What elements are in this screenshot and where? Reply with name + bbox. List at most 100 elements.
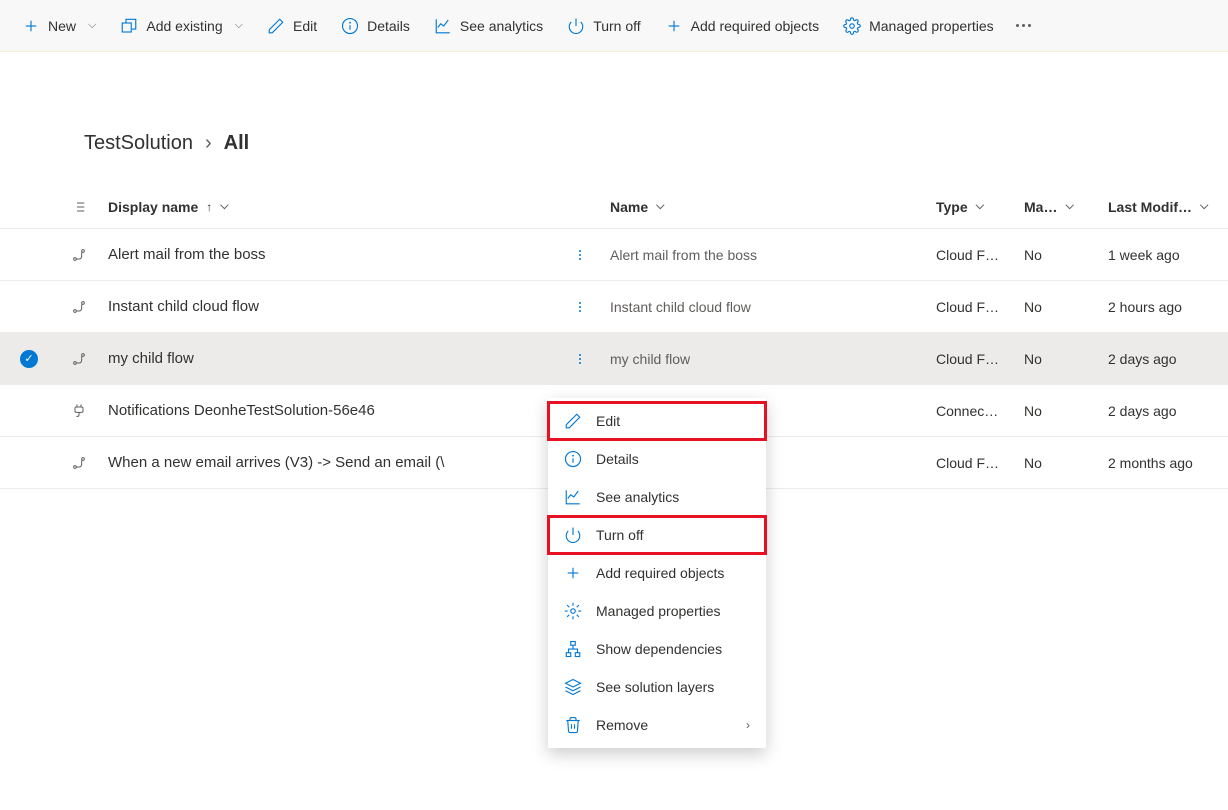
col-managed[interactable]: Ma… ⌵	[1024, 199, 1108, 215]
row-type: Cloud F…	[936, 299, 1024, 315]
row-type-icon	[50, 403, 108, 419]
list-view-icon[interactable]	[50, 199, 108, 215]
chevron-down-icon: ⌵	[88, 19, 96, 32]
row-modified: 2 hours ago	[1108, 299, 1228, 315]
row-more-button[interactable]	[571, 242, 589, 268]
details-button[interactable]: Details	[331, 11, 420, 41]
row-name: Alert mail from the boss	[610, 247, 936, 263]
row-managed: No	[1024, 403, 1108, 419]
row-display-name[interactable]: When a new email arrives (V3) -> Send an…	[108, 454, 550, 471]
breadcrumb-sep-icon: ›	[205, 132, 212, 155]
row-type: Cloud F…	[936, 351, 1024, 367]
analytics-icon	[564, 488, 582, 506]
menu-add-required[interactable]: Add required objects	[548, 554, 766, 592]
edit-icon	[267, 17, 285, 35]
plus-icon	[564, 564, 582, 582]
add-required-button[interactable]: Add required objects	[655, 11, 829, 41]
gear-icon	[843, 17, 861, 35]
row-modified: 2 days ago	[1108, 351, 1228, 367]
row-type-icon	[50, 247, 108, 263]
context-menu: Edit Details See analytics Turn off Add …	[548, 398, 766, 748]
edit-icon	[564, 412, 582, 430]
turnoff-label: Turn off	[593, 18, 640, 34]
row-type: Connec…	[936, 403, 1024, 419]
power-icon	[564, 526, 582, 544]
sort-up-icon: ↑	[206, 200, 212, 214]
dependencies-icon	[564, 640, 582, 658]
info-icon	[564, 450, 582, 468]
breadcrumb-solution[interactable]: TestSolution	[84, 132, 193, 155]
overflow-button[interactable]	[1008, 16, 1039, 35]
row-managed: No	[1024, 247, 1108, 263]
breadcrumb: TestSolution › All	[0, 92, 1228, 185]
trash-icon	[564, 716, 582, 734]
row-modified: 1 week ago	[1108, 247, 1228, 263]
table-row[interactable]: ✓my child flowmy child flowCloud F…No2 d…	[0, 333, 1228, 385]
chevron-down-icon: ⌵	[235, 19, 243, 32]
analytics-button[interactable]: See analytics	[424, 11, 553, 41]
row-type-icon	[50, 351, 108, 367]
menu-remove[interactable]: Remove ›	[548, 706, 766, 744]
menu-dependencies[interactable]: Show dependencies	[548, 630, 766, 668]
info-icon	[341, 17, 359, 35]
analytics-label: See analytics	[460, 18, 543, 34]
row-managed: No	[1024, 299, 1108, 315]
row-modified: 2 days ago	[1108, 403, 1228, 419]
menu-details[interactable]: Details	[548, 440, 766, 478]
add-required-label: Add required objects	[691, 18, 819, 34]
row-type-icon	[50, 299, 108, 315]
checkmark-icon: ✓	[20, 350, 38, 368]
managed-props-label: Managed properties	[869, 18, 994, 34]
chevron-down-icon: ⌵	[220, 200, 228, 213]
menu-layers[interactable]: See solution layers	[548, 668, 766, 706]
command-bar: New ⌵ Add existing ⌵ Edit Details See an…	[0, 0, 1228, 52]
turnoff-button[interactable]: Turn off	[557, 11, 650, 41]
col-type[interactable]: Type ⌵	[936, 199, 1024, 215]
menu-edit[interactable]: Edit	[548, 402, 766, 440]
col-name[interactable]: Name ⌵	[610, 199, 936, 215]
edit-label: Edit	[293, 18, 317, 34]
add-existing-label: Add existing	[146, 18, 222, 34]
chevron-right-icon: ›	[746, 718, 750, 732]
analytics-icon	[434, 17, 452, 35]
add-existing-button[interactable]: Add existing ⌵	[110, 11, 253, 41]
new-button[interactable]: New ⌵	[12, 11, 106, 41]
managed-props-button[interactable]: Managed properties	[833, 11, 1004, 41]
menu-turnoff[interactable]: Turn off	[548, 516, 766, 554]
row-display-name[interactable]: Instant child cloud flow	[108, 298, 550, 315]
plus-icon	[665, 17, 683, 35]
menu-managed-props[interactable]: Managed properties	[548, 592, 766, 630]
chevron-down-icon: ⌵	[1200, 200, 1208, 213]
row-modified: 2 months ago	[1108, 455, 1228, 471]
row-more-button[interactable]	[571, 346, 589, 372]
table-row[interactable]: Alert mail from the boss Alert mail from …	[0, 229, 1228, 281]
row-type: Cloud F…	[936, 247, 1024, 263]
plus-icon	[22, 17, 40, 35]
col-display-name[interactable]: Display name ↑ ⌵	[108, 199, 550, 215]
layers-icon	[564, 678, 582, 696]
row-type: Cloud F…	[936, 455, 1024, 471]
chevron-down-icon: ⌵	[656, 200, 664, 213]
power-icon	[567, 17, 585, 35]
row-managed: No	[1024, 455, 1108, 471]
chevron-down-icon: ⌵	[976, 200, 984, 213]
new-label: New	[48, 18, 76, 34]
row-selected-check[interactable]: ✓	[20, 350, 40, 368]
row-display-name[interactable]: Notifications DeonheTestSolution-56e46	[108, 402, 550, 419]
row-more-button[interactable]	[571, 294, 589, 320]
gear-icon	[564, 602, 582, 620]
table-header: Display name ↑ ⌵ Name ⌵ Type ⌵ Ma… ⌵ Las…	[0, 185, 1228, 229]
table-row[interactable]: Instant child cloud flow Instant child cl…	[0, 281, 1228, 333]
details-label: Details	[367, 18, 410, 34]
row-type-icon	[50, 455, 108, 471]
row-display-name[interactable]: Alert mail from the boss	[108, 246, 550, 263]
row-managed: No	[1024, 351, 1108, 367]
breadcrumb-current: All	[224, 132, 250, 155]
row-display-name[interactable]: my child flow	[108, 350, 550, 367]
row-name: my child flow	[610, 351, 936, 367]
edit-button[interactable]: Edit	[257, 11, 327, 41]
menu-analytics[interactable]: See analytics	[548, 478, 766, 516]
col-modified[interactable]: Last Modif… ⌵	[1108, 199, 1228, 215]
row-name: Instant child cloud flow	[610, 299, 936, 315]
chevron-down-icon: ⌵	[1065, 200, 1073, 213]
